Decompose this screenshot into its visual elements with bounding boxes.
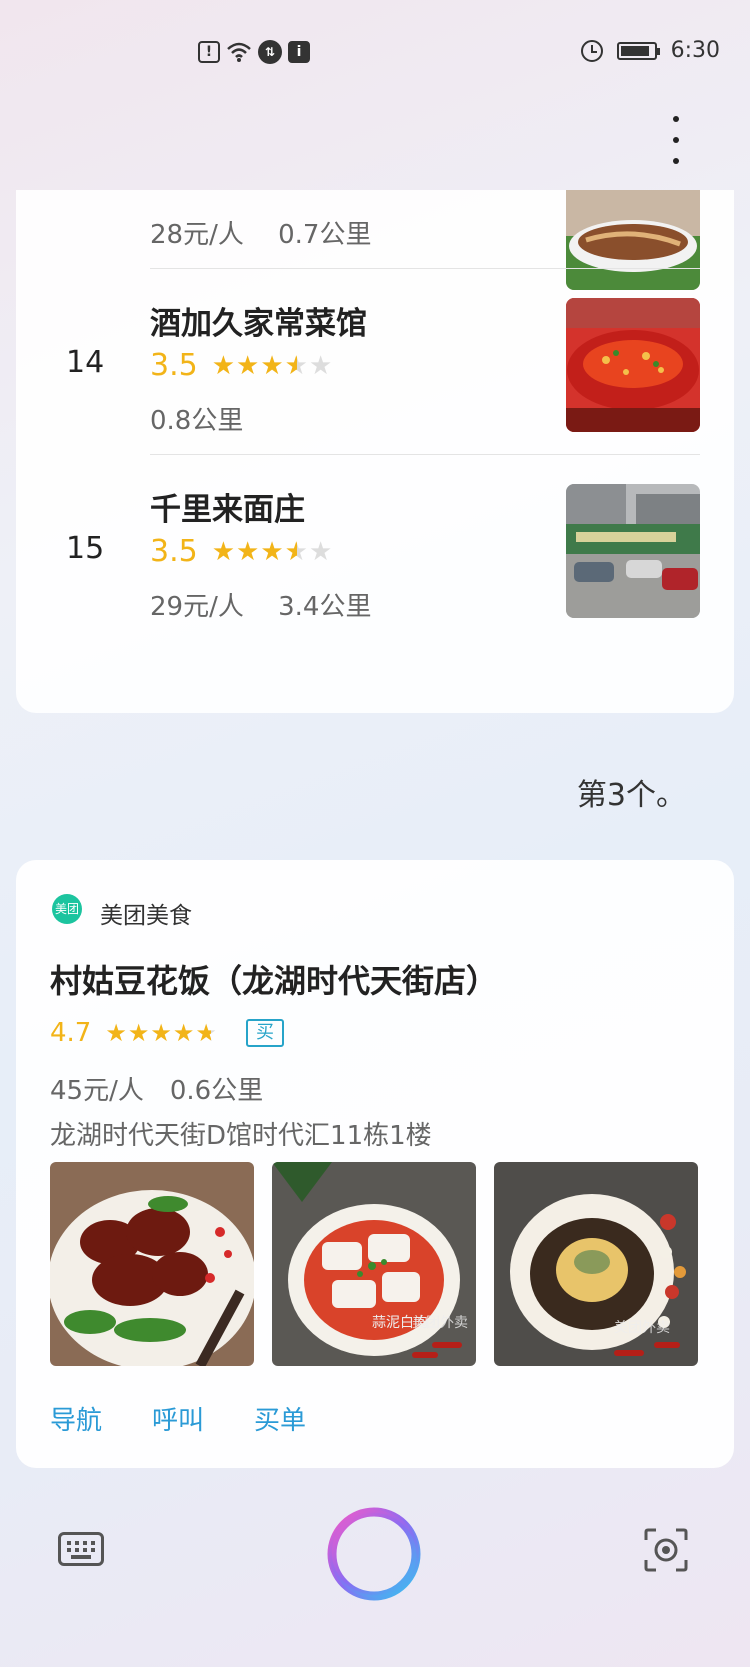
- rating-value: 3.5: [150, 348, 198, 383]
- photo-strip: 蒜泥白肉 美团外卖 美团外卖: [50, 1162, 698, 1366]
- rating-row: 3.5 ★★★★★: [150, 348, 333, 383]
- bottom-bar: [0, 1470, 750, 1667]
- restaurant-list-card: 28元/人 0.7公里 14 酒加久家常菜馆 3.5 ★★★★★ 0.8公里 1…: [16, 190, 734, 713]
- list-item-meta: 29元/人 3.4公里: [150, 592, 372, 622]
- restaurant-title[interactable]: 村姑豆花饭（龙湖时代天街店）: [50, 956, 498, 1002]
- restaurant-detail-card[interactable]: 美团 美团美食 村姑豆花饭（龙湖时代天街店） 4.7 ★★★★★ 买 45元/人…: [16, 860, 734, 1468]
- rating-value: 3.5: [150, 534, 198, 569]
- alarm-icon: [580, 39, 603, 62]
- meituan-logo-icon: 美团: [52, 894, 82, 924]
- keyboard-icon[interactable]: [58, 1532, 104, 1566]
- dish-photo[interactable]: 蒜泥白肉 美团外卖: [272, 1162, 476, 1366]
- buy-badge: 买: [245, 1019, 284, 1047]
- rating-row: 3.5 ★★★★★: [150, 534, 333, 569]
- star-rating-icon: ★★★★★: [105, 1019, 218, 1047]
- navigate-button[interactable]: 导航: [50, 1400, 102, 1437]
- star-rating-icon: ★★★★★: [211, 350, 334, 381]
- assistant-reply: 第3个。: [576, 778, 686, 813]
- list-item-photo: [566, 298, 700, 432]
- photo-watermark: 美团外卖: [412, 1315, 468, 1331]
- list-item-number: 14: [66, 345, 105, 380]
- wifi-icon: [227, 42, 251, 62]
- list-item-meta: 0.8公里: [150, 406, 244, 436]
- battery-icon: [616, 41, 660, 60]
- alert-icon: !: [198, 41, 220, 63]
- action-row: 导航 呼叫 买单: [50, 1400, 306, 1437]
- address: 龙湖时代天街D馆时代汇11栋1楼: [50, 1121, 432, 1151]
- rating-row: 4.7 ★★★★★ 买: [50, 1018, 284, 1048]
- restaurant-name: 千里来面庄: [150, 492, 305, 528]
- status-bar: ! ⇅ i 6:30: [0, 0, 750, 110]
- photo-watermark: 美团外卖: [614, 1320, 670, 1336]
- source-name: 美团美食: [100, 903, 192, 929]
- star-rating-icon: ★★★★★: [211, 536, 334, 567]
- data-transfer-icon: ⇅: [258, 40, 282, 64]
- status-icons-left: ! ⇅ i: [198, 40, 310, 64]
- camera-scan-icon[interactable]: [644, 1528, 688, 1572]
- pay-bill-button[interactable]: 买单: [254, 1400, 306, 1437]
- list-item-photo: [566, 484, 700, 618]
- status-icons-right: 6:30: [580, 38, 720, 63]
- list-item[interactable]: 15 千里来面庄 3.5 ★★★★★ 29元/人 3.4公里: [16, 454, 734, 652]
- restaurant-name: 酒加久家常菜馆: [150, 306, 367, 342]
- info-icon: i: [288, 41, 310, 63]
- more-options-icon[interactable]: [664, 116, 688, 164]
- dish-photo[interactable]: [50, 1162, 254, 1366]
- dish-photo[interactable]: 美团外卖: [494, 1162, 698, 1366]
- call-button[interactable]: 呼叫: [152, 1400, 204, 1437]
- voice-assistant-icon[interactable]: [320, 1500, 428, 1608]
- list-item-number: 15: [66, 531, 105, 566]
- rating-value: 4.7: [50, 1018, 92, 1048]
- list-item[interactable]: 14 酒加久家常菜馆 3.5 ★★★★★ 0.8公里: [16, 268, 734, 466]
- price-distance: 45元/人 0.6公里: [50, 1076, 264, 1106]
- list-item-meta: 28元/人 0.7公里: [150, 220, 372, 250]
- status-time: 6:30: [670, 38, 720, 63]
